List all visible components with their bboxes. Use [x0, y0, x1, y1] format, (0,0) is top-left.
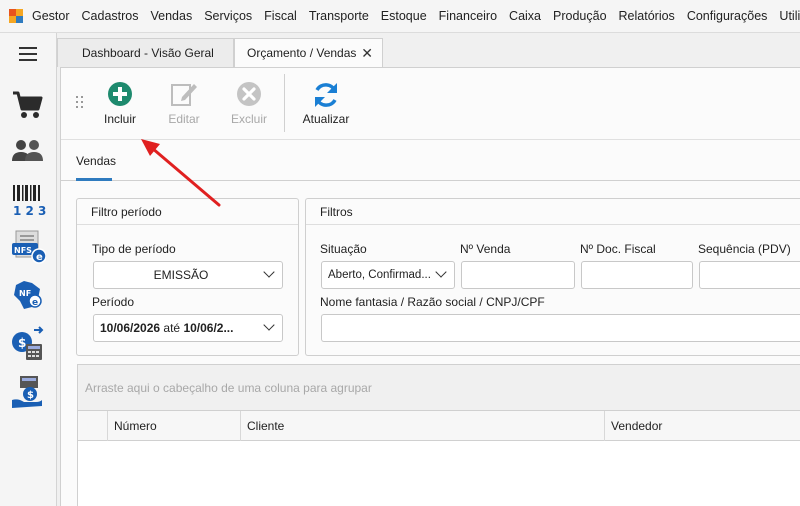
svg-text:e: e: [32, 298, 38, 308]
users-icon[interactable]: [10, 134, 46, 170]
menu-fiscal[interactable]: Fiscal: [258, 0, 303, 32]
sequence-label: Sequência (PDV): [698, 242, 791, 256]
svg-text:e: e: [36, 252, 43, 263]
period-date-range-select[interactable]: 10/06/2026 até 10/06/2...: [93, 314, 283, 342]
sidebar: 1 2 3 NFS e NF e $ $: [0, 33, 57, 506]
group-by-hint[interactable]: Arraste aqui o cabeçalho de uma coluna p…: [78, 365, 800, 411]
svg-text:$: $: [27, 390, 34, 401]
menu-vendas[interactable]: Vendas: [145, 0, 199, 32]
svg-text:NF: NF: [19, 289, 31, 298]
sequence-input[interactable]: [699, 261, 800, 289]
sale-number-label: Nº Venda: [460, 242, 511, 256]
status-value: Aberto, Confirmad...: [328, 269, 431, 281]
period-label: Período: [92, 295, 135, 309]
edit-button[interactable]: Editar: [154, 78, 214, 134]
delete-button[interactable]: Excluir: [219, 78, 279, 134]
filters-group: Filtros Situação Aberto, Confirmad... Nº…: [305, 198, 800, 356]
hamburger-menu-icon[interactable]: [19, 47, 37, 61]
period-type-select[interactable]: EMISSÃO: [93, 261, 283, 289]
svg-text:NFS: NFS: [14, 246, 32, 255]
fiscal-doc-input[interactable]: [581, 261, 693, 289]
edit-button-label: Editar: [168, 112, 200, 126]
sales-grid: Arraste aqui o cabeçalho de uma coluna p…: [77, 364, 800, 506]
customer-name-input[interactable]: [321, 314, 800, 342]
svg-text:$: $: [18, 336, 26, 350]
period-filter-title: Filtro período: [77, 199, 298, 225]
app-logo-icon: [9, 9, 23, 23]
period-type-label: Tipo de período: [92, 242, 176, 256]
column-header-vendedor[interactable]: Vendedor: [605, 411, 800, 441]
refresh-button-label: Atualizar: [302, 112, 350, 126]
tab-orcamento-vendas-label: Orçamento / Vendas: [247, 46, 357, 60]
plus-circle-icon: [108, 82, 132, 106]
menu-relatorios[interactable]: Relatórios: [613, 0, 681, 32]
shopping-cart-icon[interactable]: [10, 87, 46, 123]
edit-icon: [171, 84, 197, 106]
refresh-button[interactable]: Atualizar: [296, 78, 356, 134]
cash-register-icon[interactable]: $: [10, 326, 46, 362]
refresh-icon: [315, 83, 337, 107]
sale-number-input[interactable]: [461, 261, 575, 289]
customer-name-label: Nome fantasia / Razão social / CNPJ/CPF: [320, 295, 545, 309]
date-to-value: 10/06/2...: [183, 321, 234, 335]
menu-configuracoes[interactable]: Configurações: [681, 0, 774, 32]
tab-vendas[interactable]: Vendas: [76, 154, 116, 168]
tab-dashboard-label: Dashboard - Visão Geral: [82, 46, 214, 60]
sales-panel: Incluir Editar Excluir Atualizar Vendas …: [60, 67, 800, 506]
menu-app-name[interactable]: Gestor: [32, 0, 76, 32]
tab-orcamento-vendas[interactable]: Orçamento / Vendas ✕: [234, 38, 383, 68]
toolbar-separator: [284, 74, 285, 132]
delete-button-label: Excluir: [230, 112, 267, 126]
menu-caixa[interactable]: Caixa: [503, 0, 547, 32]
include-button-label: Incluir: [103, 112, 136, 126]
status-label: Situação: [320, 242, 367, 256]
column-header-numero[interactable]: Número: [108, 411, 241, 441]
money-hand-icon[interactable]: $: [10, 374, 46, 410]
include-button[interactable]: Incluir: [90, 78, 150, 134]
nfse-icon[interactable]: NFS e: [10, 229, 46, 265]
section-tabs: Vendas: [61, 140, 800, 181]
menu-cadastros[interactable]: Cadastros: [76, 0, 145, 32]
toolbar-grip-icon[interactable]: [76, 96, 84, 110]
close-icon[interactable]: ✕: [361, 39, 373, 67]
svg-text:1 2 3: 1 2 3: [13, 204, 46, 218]
status-select[interactable]: Aberto, Confirmad...: [321, 261, 455, 289]
nfe-icon[interactable]: NF e: [10, 277, 46, 313]
active-tab-indicator: [76, 178, 112, 181]
date-from-value: 10/06/2026: [100, 321, 161, 335]
menu-transporte[interactable]: Transporte: [303, 0, 375, 32]
menu-servicos[interactable]: Serviços: [198, 0, 258, 32]
toolbar: Incluir Editar Excluir Atualizar: [61, 68, 800, 140]
tab-dashboard[interactable]: Dashboard - Visão Geral: [57, 38, 234, 67]
chevron-down-icon: [435, 266, 447, 278]
menu-producao[interactable]: Produção: [547, 0, 613, 32]
barcode-icon[interactable]: 1 2 3: [10, 182, 46, 218]
menu-financeiro[interactable]: Financeiro: [433, 0, 503, 32]
menu-bar: Gestor Cadastros Vendas Serviços Fiscal …: [0, 0, 800, 33]
column-header-cliente[interactable]: Cliente: [241, 411, 605, 441]
chevron-down-icon: [263, 266, 275, 278]
filters-title: Filtros: [306, 199, 800, 225]
chevron-down-icon: [263, 319, 275, 331]
grid-selector-column[interactable]: [78, 411, 108, 441]
period-type-value: EMISSÃO: [153, 268, 209, 282]
period-filter-group: Filtro período Tipo de período EMISSÃO P…: [76, 198, 299, 356]
fiscal-doc-label: Nº Doc. Fiscal: [580, 242, 656, 256]
menu-estoque[interactable]: Estoque: [375, 0, 433, 32]
menu-utilitarios[interactable]: Utilitários: [773, 0, 800, 32]
document-tabs: Dashboard - Visão Geral Orçamento / Vend…: [57, 33, 800, 68]
x-circle-icon: [237, 82, 261, 106]
grid-header: Número Cliente Vendedor: [78, 411, 800, 441]
date-to-connector: até: [163, 321, 181, 335]
